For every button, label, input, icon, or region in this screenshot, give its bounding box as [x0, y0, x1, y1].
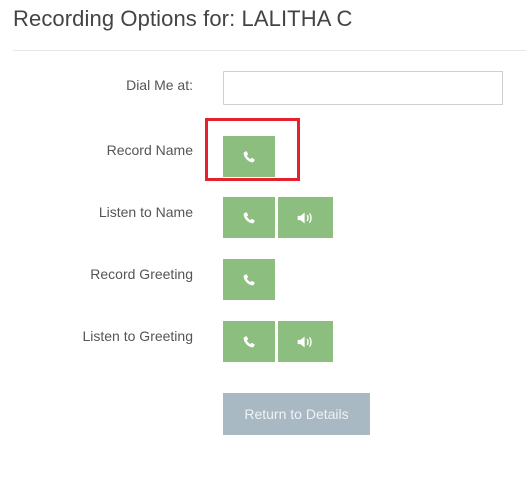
- listen-to-name-label: Listen to Name: [98, 204, 193, 220]
- record-greeting-label: Record Greeting: [90, 266, 193, 282]
- phone-icon: [242, 150, 256, 164]
- listen-to-name-call-button[interactable]: [223, 197, 275, 238]
- return-to-details-button[interactable]: Return to Details: [223, 393, 370, 435]
- listen-to-greeting-call-button[interactable]: [223, 321, 275, 362]
- title-divider: [13, 50, 526, 51]
- phone-icon: [242, 211, 256, 225]
- record-greeting-call-button[interactable]: [223, 259, 275, 300]
- speaker-icon: [297, 335, 315, 349]
- phone-icon: [242, 335, 256, 349]
- record-name-call-button[interactable]: [223, 136, 275, 177]
- phone-icon: [242, 273, 256, 287]
- recording-options-page: Recording Options for: LALITHA C Dial Me…: [0, 0, 526, 483]
- dial-me-at-input[interactable]: [223, 71, 503, 105]
- listen-to-name-play-button[interactable]: [278, 197, 333, 238]
- record-name-label: Record Name: [106, 142, 193, 158]
- listen-to-greeting-label: Listen to Greeting: [82, 328, 193, 344]
- listen-to-greeting-play-button[interactable]: [278, 321, 333, 362]
- speaker-icon: [297, 211, 315, 225]
- page-title: Recording Options for: LALITHA C: [13, 6, 353, 31]
- dial-me-at-label: Dial Me at:: [126, 77, 193, 93]
